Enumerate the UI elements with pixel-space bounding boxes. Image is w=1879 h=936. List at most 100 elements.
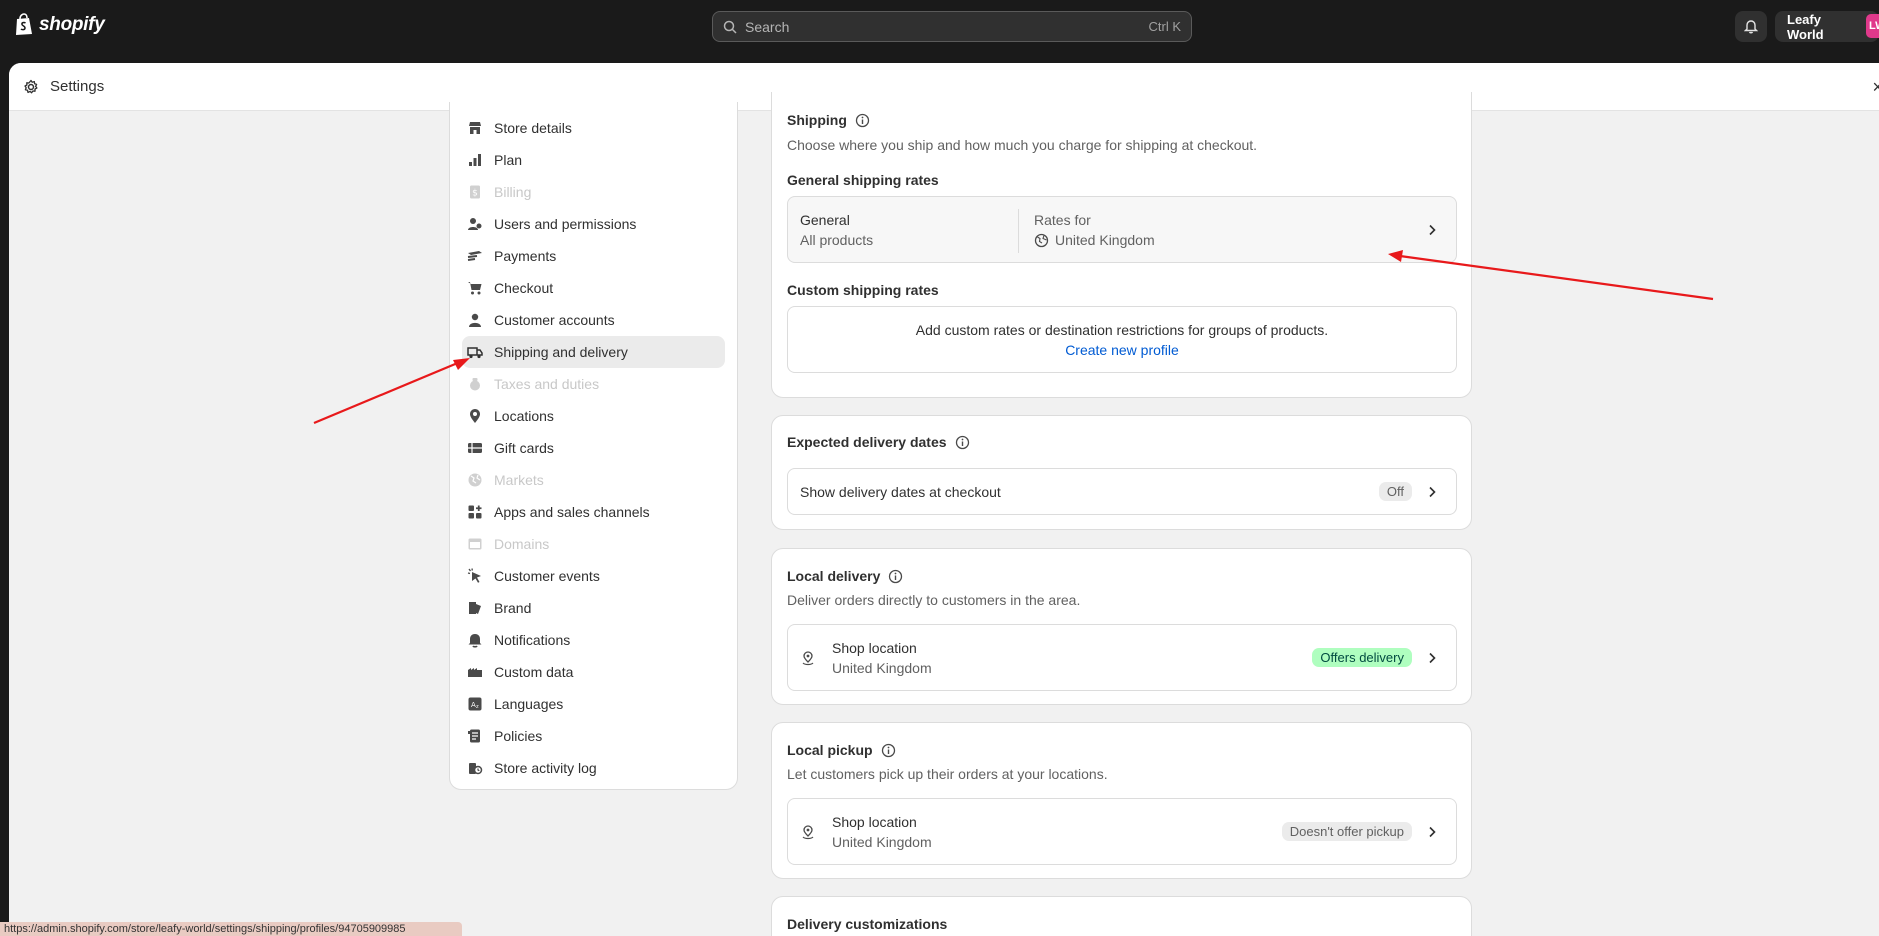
bell-icon bbox=[1744, 20, 1758, 34]
local-delivery-title: Local delivery bbox=[787, 568, 903, 584]
policies-icon bbox=[467, 728, 483, 744]
delivery-dates-row[interactable]: Show delivery dates at checkout Off bbox=[787, 468, 1457, 515]
search-placeholder: Search bbox=[745, 18, 790, 35]
sidebar-item-store-details[interactable]: Store details bbox=[462, 112, 725, 144]
local-delivery-description: Deliver orders directly to customers in … bbox=[787, 592, 1081, 608]
shopify-logo[interactable]: shopify bbox=[14, 13, 105, 36]
expected-delivery-title: Expected delivery dates bbox=[787, 434, 970, 450]
general-profile-row[interactable]: General All products Rates for United Ki… bbox=[787, 196, 1457, 263]
sidebar-item-label: Checkout bbox=[494, 280, 554, 296]
cart-icon bbox=[467, 280, 483, 296]
sidebar-item-apps-and-sales-channels[interactable]: Apps and sales channels bbox=[462, 496, 725, 528]
chevron-right-icon bbox=[1429, 826, 1436, 837]
sidebar-item-payments[interactable]: Payments bbox=[462, 240, 725, 272]
search-shortcut: Ctrl K bbox=[1148, 19, 1182, 34]
globe-icon bbox=[1034, 233, 1049, 247]
sidebar-item-label: Customer accounts bbox=[494, 312, 615, 328]
shipping-title-text: Shipping bbox=[787, 112, 847, 128]
custom-rates-description: Add custom rates or destination restrict… bbox=[915, 322, 1329, 338]
delivery-dates-label: Show delivery dates at checkout bbox=[800, 484, 1001, 500]
sidebar-item-label: Custom data bbox=[494, 664, 574, 680]
sidebar-item-domains[interactable]: Domains bbox=[462, 528, 725, 560]
info-icon[interactable] bbox=[855, 113, 870, 128]
settings-modal: Settings × Store details Plan $ Billing … bbox=[9, 63, 1879, 936]
sidebar-item-markets[interactable]: Markets bbox=[462, 464, 725, 496]
svg-text:$: $ bbox=[472, 189, 478, 199]
notifications-button[interactable] bbox=[1735, 11, 1767, 42]
sidebar-item-label: Taxes and duties bbox=[494, 376, 600, 392]
chevron-right-icon bbox=[1429, 652, 1436, 663]
rates-region: United Kingdom bbox=[1034, 232, 1155, 248]
plan-icon bbox=[467, 152, 483, 168]
sidebar-item-label: Gift cards bbox=[494, 440, 554, 456]
expected-delivery-title-text: Expected delivery dates bbox=[787, 434, 947, 450]
cursor-icon bbox=[467, 568, 483, 584]
apps-icon bbox=[467, 504, 483, 520]
sidebar-item-shipping-and-delivery[interactable]: Shipping and delivery bbox=[462, 336, 725, 368]
shipping-description: Choose where you ship and how much you c… bbox=[787, 137, 1258, 153]
global-search-input[interactable]: Search Ctrl K bbox=[712, 11, 1192, 42]
sidebar-item-label: Plan bbox=[494, 152, 523, 168]
top-bar: shopify Search Ctrl K Leafy World LW bbox=[0, 0, 1879, 53]
sidebar-item-label: Store activity log bbox=[494, 760, 597, 776]
store-menu-button[interactable]: Leafy World bbox=[1775, 11, 1879, 42]
sidebar-item-label: Shipping and delivery bbox=[494, 344, 628, 360]
sidebar-item-locations[interactable]: Locations bbox=[462, 400, 725, 432]
sidebar-item-customer-events[interactable]: Customer events bbox=[462, 560, 725, 592]
info-icon[interactable] bbox=[881, 743, 896, 758]
shipping-title: Shipping bbox=[787, 112, 870, 128]
gift-card-icon bbox=[467, 440, 483, 456]
sidebar-item-languages[interactable]: Az Languages bbox=[462, 688, 725, 720]
shopify-bag-icon bbox=[16, 13, 32, 35]
sidebar-item-billing[interactable]: $ Billing bbox=[462, 176, 725, 208]
sidebar-item-label: Locations bbox=[494, 408, 554, 424]
payments-icon bbox=[467, 248, 483, 264]
local-pickup-title: Local pickup bbox=[787, 742, 896, 758]
create-new-profile-link[interactable]: Create new profile bbox=[788, 342, 1456, 358]
sidebar-item-checkout[interactable]: Checkout bbox=[462, 272, 725, 304]
rates-region-text: United Kingdom bbox=[1055, 232, 1155, 248]
tax-icon bbox=[467, 376, 483, 392]
billing-icon: $ bbox=[467, 184, 483, 200]
shipping-card: Shipping Choose where you ship and how m… bbox=[771, 92, 1472, 398]
location-name: Shop location bbox=[832, 814, 917, 830]
chevron-right-icon bbox=[1429, 224, 1436, 235]
truck-icon bbox=[467, 344, 483, 360]
sidebar-item-customer-accounts[interactable]: Customer accounts bbox=[462, 304, 725, 336]
sidebar-item-policies[interactable]: Policies bbox=[462, 720, 725, 752]
chevron-right-icon bbox=[1429, 486, 1436, 497]
sidebar-item-taxes-and-duties[interactable]: Taxes and duties bbox=[462, 368, 725, 400]
brand-wordmark: shopify bbox=[39, 13, 105, 35]
expected-delivery-card: Expected delivery dates Show delivery da… bbox=[771, 415, 1472, 530]
divider bbox=[1018, 209, 1019, 253]
settings-title: Settings bbox=[50, 78, 105, 95]
store-icon bbox=[467, 120, 483, 136]
settings-nav: Store details Plan $ Billing Users and p… bbox=[449, 102, 738, 790]
info-icon[interactable] bbox=[955, 435, 970, 450]
info-icon[interactable] bbox=[888, 569, 903, 584]
bell-icon bbox=[467, 632, 483, 648]
store-avatar[interactable]: LW bbox=[1866, 14, 1879, 38]
sidebar-item-store-activity-log[interactable]: Store activity log bbox=[462, 752, 725, 784]
sidebar-item-brand[interactable]: Brand bbox=[462, 592, 725, 624]
sidebar-item-gift-cards[interactable]: Gift cards bbox=[462, 432, 725, 464]
search-icon bbox=[723, 20, 737, 34]
globe-icon bbox=[467, 472, 483, 488]
gear-icon bbox=[24, 79, 38, 93]
local-pickup-location-row[interactable]: Shop location United Kingdom Doesn't off… bbox=[787, 798, 1457, 865]
sidebar-item-label: Customer events bbox=[494, 568, 600, 584]
close-icon[interactable]: × bbox=[1872, 77, 1879, 98]
sidebar-item-users-and-permissions[interactable]: Users and permissions bbox=[462, 208, 725, 240]
location-pin-icon bbox=[802, 651, 814, 666]
status-badge: Off bbox=[1378, 482, 1412, 501]
sidebar-item-label: Apps and sales channels bbox=[494, 504, 650, 520]
local-delivery-location-row[interactable]: Shop location United Kingdom Offers deli… bbox=[787, 624, 1457, 691]
local-delivery-card: Local delivery Deliver orders directly t… bbox=[771, 548, 1472, 705]
sidebar-item-label: Billing bbox=[494, 184, 532, 200]
sidebar-item-plan[interactable]: Plan bbox=[462, 144, 725, 176]
sidebar-item-label: Brand bbox=[494, 600, 532, 616]
sidebar-item-notifications[interactable]: Notifications bbox=[462, 624, 725, 656]
person-icon bbox=[467, 312, 483, 328]
local-pickup-title-text: Local pickup bbox=[787, 742, 873, 758]
sidebar-item-custom-data[interactable]: Custom data bbox=[462, 656, 725, 688]
